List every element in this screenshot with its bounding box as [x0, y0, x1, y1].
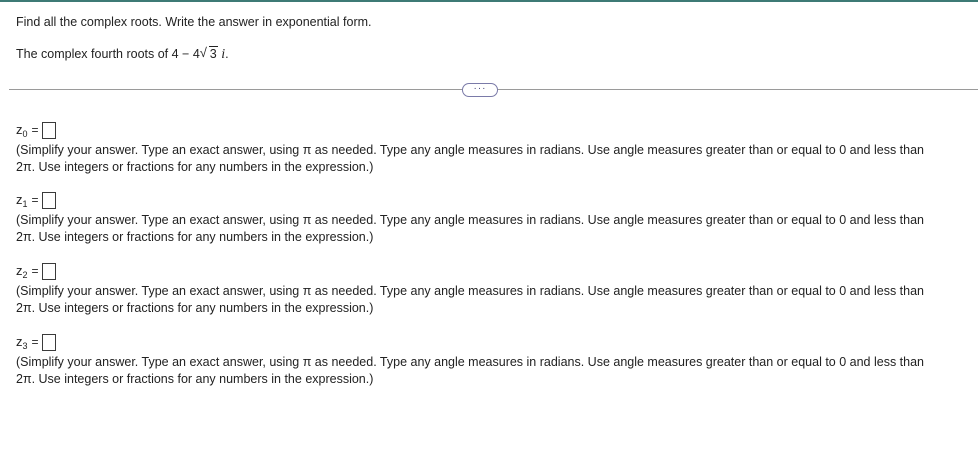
question-instruction: Find all the complex roots. Write the an…	[16, 15, 372, 29]
answer-block-z0: z0 = (Simplify your answer. Type an exac…	[16, 120, 966, 176]
hint-line-1: (Simplify your answer. Type an exact ans…	[16, 355, 924, 369]
answer-hint: (Simplify your answer. Type an exact ans…	[16, 354, 966, 388]
answer-hint: (Simplify your answer. Type an exact ans…	[16, 142, 966, 176]
prompt-period: .	[225, 47, 229, 61]
radicand: 3	[208, 46, 218, 61]
prompt-prefix: The complex fourth roots of 4 − 4	[16, 47, 200, 61]
question-header: Find all the complex roots. Write the an…	[16, 13, 372, 63]
equals-sign: =	[31, 335, 39, 349]
question-prompt: The complex fourth roots of 4 − 4 √ 3 i.	[16, 45, 372, 63]
variable-label: z3	[16, 334, 28, 351]
equals-sign: =	[31, 264, 39, 278]
hint-line-1: (Simplify your answer. Type an exact ans…	[16, 284, 924, 298]
answer-row: z0 =	[16, 120, 966, 140]
answer-block-z3: z3 = (Simplify your answer. Type an exac…	[16, 332, 966, 388]
answer-input-z0[interactable]	[41, 121, 56, 139]
square-root-expression: √ 3	[200, 45, 218, 63]
answer-row: z1 =	[16, 190, 966, 210]
answer-block-z1: z1 = (Simplify your answer. Type an exac…	[16, 190, 966, 246]
answer-hint: (Simplify your answer. Type an exact ans…	[16, 212, 966, 246]
variable-label: z0	[16, 122, 28, 139]
ellipsis-icon: ···	[473, 82, 487, 94]
answer-input-z1[interactable]	[41, 191, 56, 209]
equals-sign: =	[31, 123, 39, 137]
answer-input-z2[interactable]	[41, 262, 56, 280]
answer-input-z3[interactable]	[41, 333, 56, 351]
top-accent-rule	[0, 0, 978, 2]
hint-line-2: 2π. Use integers or fractions for any nu…	[16, 230, 374, 244]
answer-row: z3 =	[16, 332, 966, 352]
variable-subscript: 0	[22, 128, 28, 139]
answer-row: z2 =	[16, 261, 966, 281]
variable-label: z1	[16, 192, 28, 209]
hint-line-1: (Simplify your answer. Type an exact ans…	[16, 143, 924, 157]
hint-line-2: 2π. Use integers or fractions for any nu…	[16, 301, 374, 315]
variable-subscript: 1	[22, 198, 28, 209]
answer-hint: (Simplify your answer. Type an exact ans…	[16, 283, 966, 317]
radical-symbol: √	[199, 45, 207, 60]
equals-sign: =	[31, 193, 39, 207]
hint-line-1: (Simplify your answer. Type an exact ans…	[16, 213, 924, 227]
hint-line-2: 2π. Use integers or fractions for any nu…	[16, 160, 374, 174]
hint-line-2: 2π. Use integers or fractions for any nu…	[16, 372, 374, 386]
answer-block-z2: z2 = (Simplify your answer. Type an exac…	[16, 261, 966, 317]
variable-label: z2	[16, 263, 28, 280]
more-options-button[interactable]: ···	[462, 83, 498, 97]
variable-subscript: 3	[22, 340, 28, 351]
variable-subscript: 2	[22, 269, 28, 280]
